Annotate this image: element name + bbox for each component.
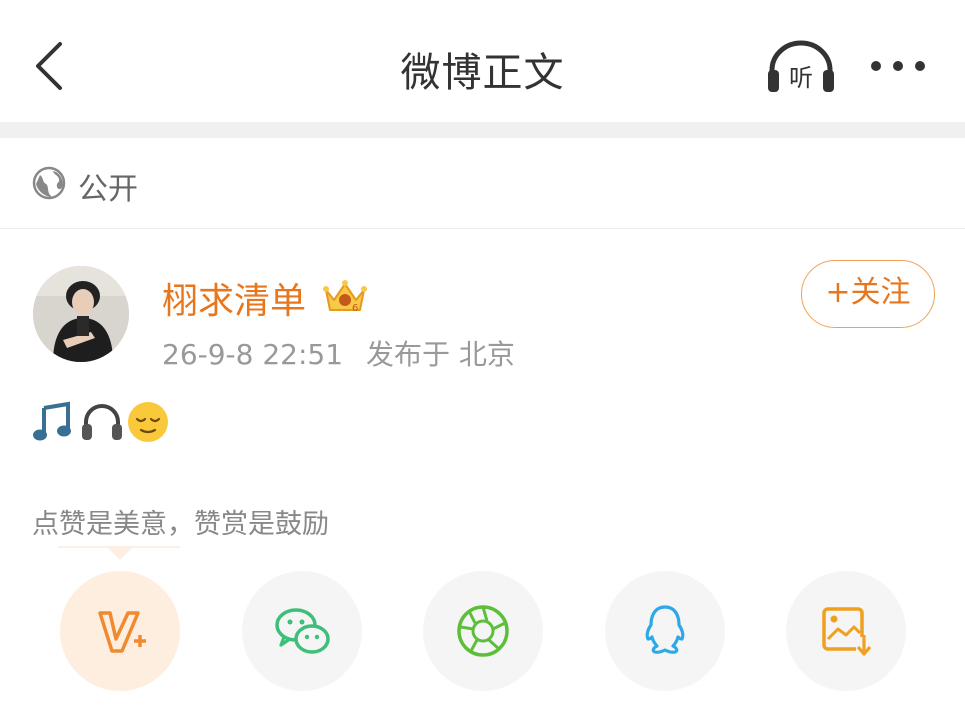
visibility-label: 公开 [78, 172, 138, 207]
save-image-icon [822, 607, 872, 657]
top-nav-bar: 微博正文 听 [0, 0, 965, 122]
qq-icon [645, 605, 685, 654]
share-wechat-button[interactable] [242, 571, 362, 691]
share-save-image-button[interactable] [786, 571, 906, 691]
listen-headphones-icon[interactable]: 听 [766, 40, 836, 96]
author-name[interactable]: 栩求清单 [162, 272, 306, 324]
music-note-icon [33, 401, 71, 441]
v-plus-icon [98, 611, 146, 653]
visibility-row: 公开 [0, 138, 965, 229]
avatar[interactable] [33, 266, 129, 362]
globe-icon [32, 166, 66, 200]
vip-crown-icon: 6 [323, 280, 367, 314]
svg-text:6: 6 [352, 303, 358, 314]
share-v-plus-button[interactable] [60, 571, 180, 691]
reward-tip: 点赞是美意，赞赏是鼓励 [32, 509, 329, 540]
avatar-image [33, 266, 129, 362]
section-divider [0, 122, 965, 138]
tip-arrow [106, 546, 134, 560]
wechat-icon [275, 608, 330, 654]
moments-icon [457, 605, 509, 657]
headphones-icon [82, 404, 122, 440]
post-meta: 26-9-8 22:51 发布于 北京 [162, 333, 529, 373]
listen-label: 听 [789, 64, 813, 92]
share-moments-button[interactable] [423, 571, 543, 691]
share-qq-button[interactable] [605, 571, 725, 691]
post-location: 发布于 北京 [365, 338, 515, 371]
more-options-icon[interactable] [866, 50, 930, 82]
post-date: 26-9-8 22:51 [162, 338, 344, 371]
follow-button[interactable]: +关注 [801, 260, 935, 328]
relieved-face-icon [128, 402, 168, 442]
